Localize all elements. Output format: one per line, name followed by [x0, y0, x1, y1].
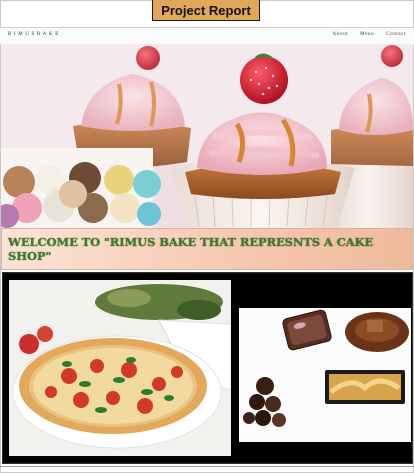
pizza-image: [9, 280, 231, 456]
hero-image: [1, 44, 413, 228]
nav-menu: About Menu Contact: [333, 32, 406, 37]
welcome-heading: Welcome to "Rimus Bake that represnts a …: [8, 235, 374, 263]
welcome-banner: Welcome to "Rimus Bake that represnts a …: [1, 228, 413, 270]
navbar: RIMUSBAKE About Menu Contact: [0, 27, 414, 45]
nav-item-menu[interactable]: Menu: [360, 32, 374, 37]
project-report-badge: Project Report: [152, 0, 260, 21]
gallery: [2, 272, 413, 464]
nav-item-contact[interactable]: Contact: [386, 32, 406, 37]
footer-divider: [0, 466, 414, 467]
nav-item-about[interactable]: About: [333, 32, 349, 37]
desserts-image: [239, 308, 411, 442]
site-logo[interactable]: RIMUSBAKE: [8, 32, 61, 37]
